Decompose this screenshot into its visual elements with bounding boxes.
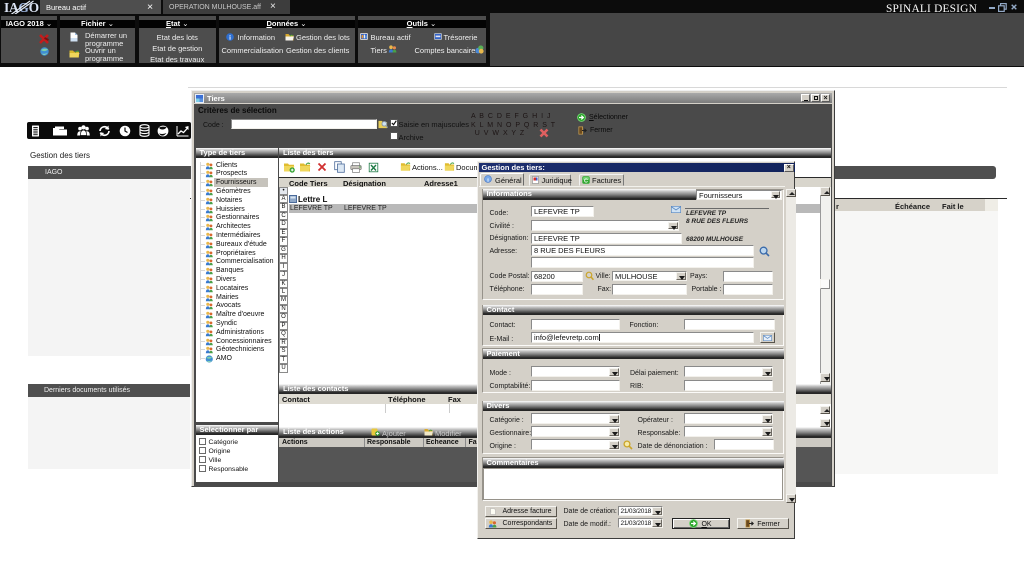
svg-text:i: i: [229, 34, 231, 41]
svg-text:C: C: [584, 178, 588, 183]
